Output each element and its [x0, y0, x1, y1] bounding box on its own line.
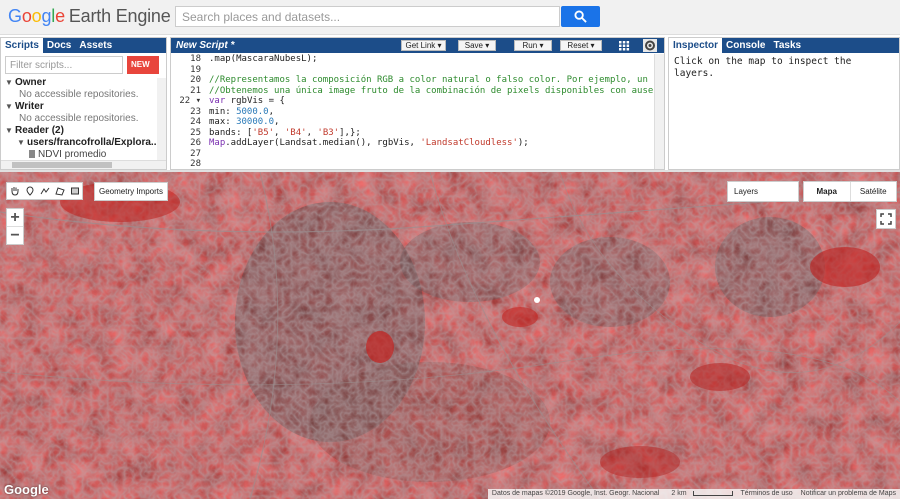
- tab-tasks[interactable]: Tasks: [769, 38, 805, 53]
- scale-bar[interactable]: 2 km: [663, 489, 736, 499]
- code-line[interactable]: Map.addLayer(Landsat.median(), rgbVis, '…: [209, 138, 529, 149]
- apps-button[interactable]: [617, 39, 631, 52]
- fullscreen-icon: [880, 213, 892, 225]
- hand-tool[interactable]: [7, 183, 22, 199]
- map-type-map[interactable]: Mapa: [804, 182, 851, 201]
- tree-owner[interactable]: ▼ Owner: [5, 77, 166, 89]
- polyline-icon: [40, 187, 49, 195]
- filter-scripts-input[interactable]: Filter scripts...: [5, 56, 123, 74]
- file-icon: [29, 150, 35, 159]
- search-button[interactable]: [561, 6, 600, 27]
- terms-link[interactable]: Términos de uso: [737, 489, 797, 499]
- tab-inspector[interactable]: Inspector: [669, 38, 723, 53]
- line-tool[interactable]: [37, 183, 52, 199]
- google-logo: Google: [4, 482, 49, 497]
- inspector-hint: Click on the map to inspect the layers.: [674, 56, 852, 79]
- right-tabbar: Inspector Console Tasks: [669, 38, 899, 53]
- tree-repo-item[interactable]: ▼ users/francofrolla/Explora...: [5, 137, 166, 149]
- tree-owner-empty: No accessible repositories.: [19, 89, 139, 100]
- scripts-panel: Scripts Docs Assets Filter scripts... NE…: [0, 37, 167, 170]
- zoom-out-button[interactable]: −: [7, 227, 23, 245]
- search-input[interactable]: Search places and datasets...: [175, 6, 560, 27]
- tree-writer-empty: No accessible repositories.: [19, 113, 139, 124]
- settings-button[interactable]: [643, 39, 657, 52]
- chevron-down-icon: ▼: [5, 102, 13, 111]
- tab-docs[interactable]: Docs: [43, 38, 75, 53]
- code-line[interactable]: //Obtenemos una única image fruto de la …: [209, 86, 664, 97]
- inspector-panel: Inspector Console Tasks Click on the map…: [668, 37, 900, 170]
- report-problem-link[interactable]: Notificar un problema de Maps: [797, 489, 900, 499]
- rectangle-icon: [70, 187, 79, 195]
- line-number-gutter: 18 19 20 21 22 ▾ 23 24 25 26 27 28: [171, 54, 205, 169]
- chevron-down-icon: ▼: [17, 138, 25, 147]
- layers-button[interactable]: Layers: [727, 181, 799, 202]
- tree-writer[interactable]: ▼ Writer: [5, 101, 166, 113]
- script-tree: ▼ Owner No accessible repositories. ▼ Writ…: [1, 77, 166, 161]
- tree-reader[interactable]: ▼ Reader (2): [5, 125, 166, 137]
- editor-tabbar: New Script * Get Link ▾ Save ▾ Run ▾ Res…: [171, 38, 664, 53]
- code-line[interactable]: var rgbVis = {: [209, 96, 285, 107]
- fullscreen-button[interactable]: [876, 209, 896, 229]
- left-tabbar: Scripts Docs Assets: [1, 38, 166, 53]
- map-canvas[interactable]: Geometry Imports + − Layers Mapa Satélit…: [0, 172, 900, 499]
- zoom-control: + −: [6, 208, 24, 245]
- zoom-in-button[interactable]: +: [7, 209, 23, 227]
- map-type-satellite[interactable]: Satélite: [851, 182, 897, 201]
- code-line[interactable]: max: 30000.0,: [209, 117, 279, 128]
- geometry-imports-button[interactable]: Geometry Imports: [94, 182, 168, 201]
- code-area[interactable]: 18 19 20 21 22 ▾ 23 24 25 26 27 28 .map(…: [171, 54, 664, 169]
- satellite-imagery: [0, 172, 900, 499]
- point-tool[interactable]: [22, 183, 37, 199]
- code-line[interactable]: .map(MascaraNubesL);: [209, 54, 317, 65]
- earth-engine-logo[interactable]: Google Earth Engine: [8, 6, 171, 27]
- map-type-control: Mapa Satélite: [803, 181, 897, 202]
- left-horizontal-scrollbar[interactable]: [1, 160, 166, 169]
- chevron-down-icon: ▼: [5, 78, 13, 87]
- code-line[interactable]: bands: ['B5', 'B4', 'B3'],};: [209, 128, 361, 139]
- search-icon: [574, 10, 587, 23]
- grid-icon: [619, 41, 630, 51]
- left-vertical-scrollbar[interactable]: [157, 78, 166, 160]
- code-editor-panel: New Script * Get Link ▾ Save ▾ Run ▾ Res…: [170, 37, 665, 170]
- polygon-icon: [54, 187, 65, 196]
- tab-assets[interactable]: Assets: [75, 38, 116, 53]
- run-button[interactable]: Run ▾: [514, 40, 552, 51]
- code-line[interactable]: //Representamos la composición RGB a col…: [209, 75, 664, 86]
- polygon-tool[interactable]: [52, 183, 67, 199]
- get-link-button[interactable]: Get Link ▾: [401, 40, 446, 51]
- chevron-down-icon: ▼: [5, 126, 13, 135]
- marker-icon: [25, 186, 34, 196]
- reset-button[interactable]: Reset ▾: [560, 40, 602, 51]
- code-line[interactable]: min: 5000.0,: [209, 107, 274, 118]
- rectangle-tool[interactable]: [67, 183, 82, 199]
- map-attribution: Datos de mapas ©2019 Google, Inst. Geogr…: [487, 489, 900, 499]
- hand-icon: [11, 187, 18, 196]
- gear-icon: [645, 40, 655, 51]
- new-button[interactable]: NEW: [127, 56, 159, 74]
- drawing-tools: [6, 182, 83, 200]
- tab-console[interactable]: Console: [722, 38, 769, 53]
- header: Google Earth Engine Search places and dat…: [0, 0, 900, 35]
- editor-vertical-scrollbar[interactable]: [654, 54, 664, 169]
- save-button[interactable]: Save ▾: [458, 40, 496, 51]
- tab-scripts[interactable]: Scripts: [1, 38, 43, 53]
